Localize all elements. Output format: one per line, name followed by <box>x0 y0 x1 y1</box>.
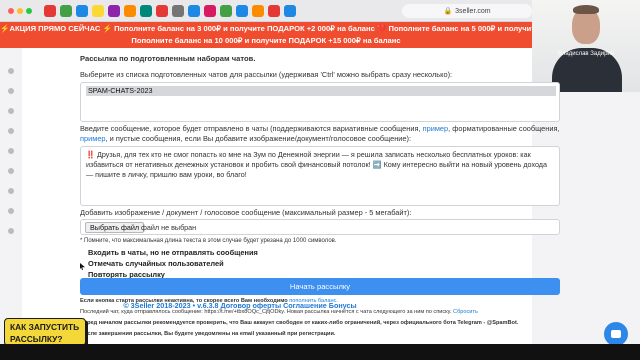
support-chat-button[interactable] <box>604 322 628 346</box>
browser-tab[interactable] <box>44 5 56 17</box>
maximize-window-icon[interactable] <box>26 8 32 14</box>
reset-link[interactable]: Сбросить <box>453 309 478 315</box>
promo-banner[interactable]: ⚡АКЦИЯ ПРЯМО СЕЙЧАС ⚡ Пополните баланс н… <box>0 22 532 48</box>
browser-tab[interactable] <box>236 5 248 17</box>
video-bottom-bar <box>0 344 640 360</box>
spambot-hint-text: Перед началом рассылки рекомендуется про… <box>80 320 519 326</box>
browser-tab[interactable] <box>92 5 104 17</box>
message-label-text: Введите сообщение, которое будет отправл… <box>80 124 423 133</box>
browser-tab[interactable] <box>204 5 216 17</box>
webcam-overlay: Владислав Задирин <box>532 0 640 92</box>
browser-tab[interactable] <box>188 5 200 17</box>
sidebar-icon[interactable] <box>8 88 14 94</box>
file-label: Добавить изображение / документ / голосо… <box>80 208 412 217</box>
minimize-window-icon[interactable] <box>17 8 23 14</box>
sidebar-icon[interactable] <box>8 108 14 114</box>
message-textarea[interactable]: ‼️ Друзья, для тех кто не смог попасть к… <box>80 146 560 206</box>
browser-tab[interactable] <box>172 5 184 17</box>
spambot-hint: Перед началом рассылки рекомендуется про… <box>80 320 518 326</box>
how-to-start-sticker: КАК ЗАПУСТИТЬ РАССЫЛКУ? <box>4 318 86 346</box>
browser-tab[interactable] <box>140 5 152 17</box>
browser-tab[interactable] <box>284 5 296 17</box>
file-input[interactable]: Выбрать файл файл не выбран <box>80 219 560 235</box>
choose-file-button[interactable]: Выбрать файл <box>85 222 145 233</box>
length-note: * Помните, что максимальная длина текста… <box>80 238 337 244</box>
mouse-cursor-icon <box>80 263 85 270</box>
chat-bubble-icon <box>611 330 621 338</box>
sidebar-icon[interactable] <box>8 188 14 194</box>
sidebar-icon[interactable] <box>8 128 14 134</box>
address-text: 3seller.com <box>455 7 491 15</box>
chat-list-label: Выберите из списка подготовленных чатов … <box>80 70 453 79</box>
message-label: Введите сообщение, которое будет отправл… <box>80 124 560 144</box>
tab-strip <box>44 5 296 17</box>
browser-tab[interactable] <box>156 5 168 17</box>
address-bar[interactable]: 🔒 3seller.com <box>402 4 532 18</box>
footer-links[interactable]: © 3Seller 2018-2023 • v.6.3.8 Договор оф… <box>120 301 360 310</box>
promo-line-2: Пополните баланс на 10 000₽ и получите П… <box>131 36 401 45</box>
checkbox-mark-random-users[interactable]: Отмечать случайных пользователей <box>88 259 224 268</box>
sidebar-icon[interactable] <box>8 228 14 234</box>
sticker-line-1: КАК ЗАПУСТИТЬ <box>10 322 80 332</box>
chat-list-select[interactable]: SPAM-CHATS-2023 <box>80 82 560 122</box>
close-window-icon[interactable] <box>8 8 14 14</box>
sidebar-icon[interactable] <box>8 168 14 174</box>
browser-tab[interactable] <box>268 5 280 17</box>
chat-list-option-selected[interactable]: SPAM-CHATS-2023 <box>86 86 556 96</box>
sidebar-icon[interactable] <box>8 148 14 154</box>
file-status: файл не выбран <box>141 223 197 232</box>
message-label-text: , форматированные сообщения, <box>448 124 560 133</box>
browser-tab[interactable] <box>76 5 88 17</box>
browser-tab[interactable] <box>124 5 136 17</box>
sidebar-icon[interactable] <box>8 208 14 214</box>
browser-tab[interactable] <box>252 5 264 17</box>
start-mailing-button[interactable]: Начать рассылку <box>80 278 560 295</box>
formatted-example-link[interactable]: пример <box>80 134 106 143</box>
browser-tab[interactable] <box>108 5 120 17</box>
browser-tab[interactable] <box>220 5 232 17</box>
promo-line-1: ⚡АКЦИЯ ПРЯМО СЕЙЧАС ⚡ Пополните баланс н… <box>0 24 532 33</box>
browser-tab[interactable] <box>60 5 72 17</box>
checkbox-join-only[interactable]: Входить в чаты, но не отправлять сообщен… <box>88 248 258 257</box>
left-sidebar <box>0 48 22 344</box>
message-label-text: , и пустые сообщения, если Вы добавите и… <box>105 134 412 143</box>
presenter-name: Владислав Задирин <box>557 51 615 57</box>
email-hint-text: После завершения рассылки, Вы будете уве… <box>80 331 336 337</box>
sidebar-icon[interactable] <box>8 68 14 74</box>
variative-example-link[interactable]: пример <box>423 124 449 133</box>
lock-icon: 🔒 <box>443 8 453 15</box>
email-hint: После завершения рассылки, Вы будете уве… <box>80 331 335 337</box>
page-title: Рассылка по подготовленным наборам чатов… <box>80 54 256 63</box>
